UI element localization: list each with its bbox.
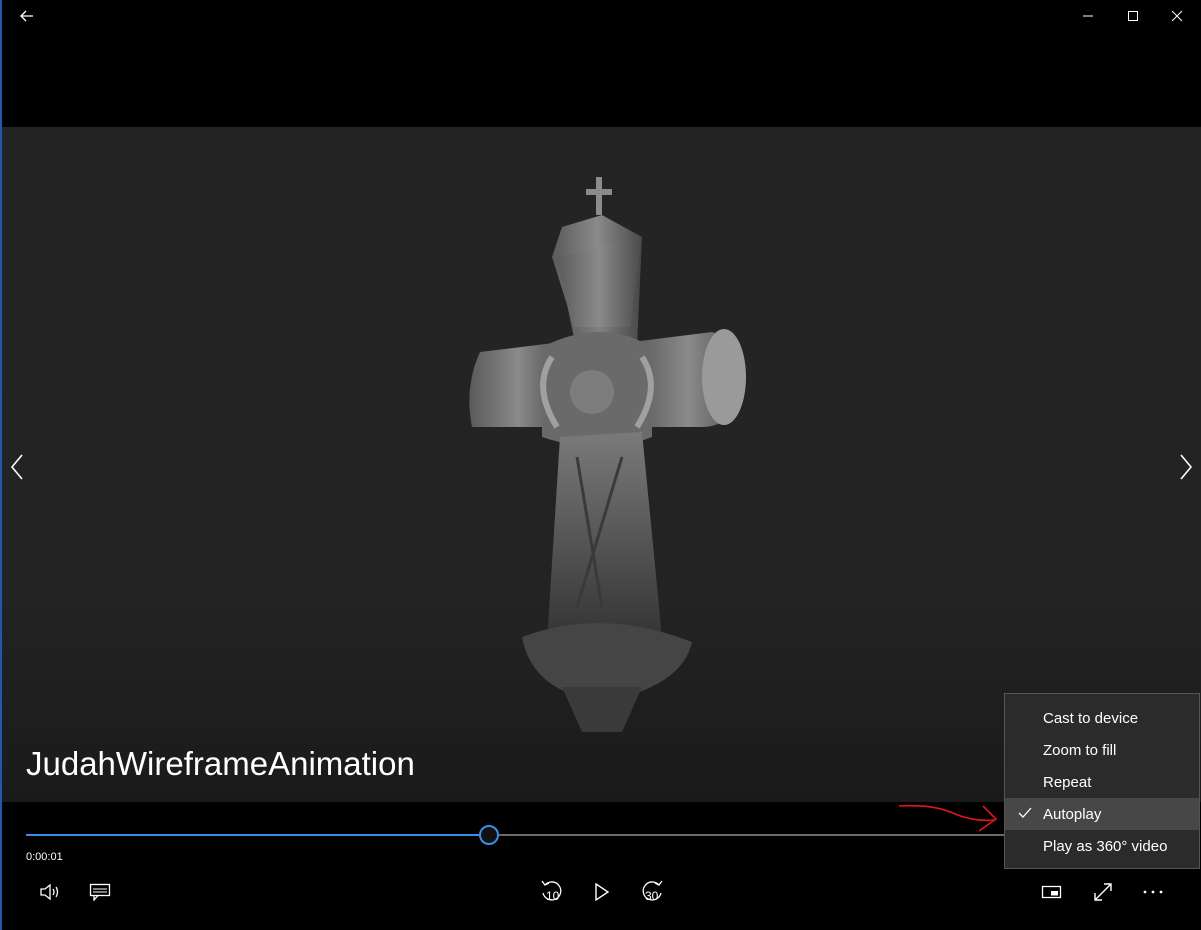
menu-item-label: Play as 360° video bbox=[1043, 837, 1168, 855]
menu-item-cast-to-device[interactable]: Cast to device bbox=[1005, 702, 1199, 734]
close-icon bbox=[1171, 10, 1183, 22]
skip-back-seconds: 10 bbox=[546, 889, 560, 903]
chevron-right-icon bbox=[1180, 454, 1193, 480]
seek-bar[interactable] bbox=[26, 825, 1005, 845]
menu-item-label: Cast to device bbox=[1043, 709, 1139, 727]
next-video-button[interactable] bbox=[1171, 452, 1201, 482]
subtitles-icon bbox=[89, 883, 111, 901]
seek-bar-thumb[interactable] bbox=[479, 825, 500, 845]
minimize-button[interactable] bbox=[1065, 0, 1111, 32]
more-options-button[interactable] bbox=[1133, 872, 1173, 912]
menu-item-autoplay[interactable]: Autoplay bbox=[1005, 798, 1199, 830]
maximize-button[interactable] bbox=[1110, 0, 1156, 32]
menu-item-zoom-to-fill[interactable]: Zoom to fill bbox=[1005, 734, 1199, 766]
mini-view-icon bbox=[1041, 885, 1062, 899]
menu-item-label: Repeat bbox=[1043, 773, 1092, 791]
video-title: JudahWireframeAnimation bbox=[26, 745, 415, 782]
mini-view-button[interactable] bbox=[1032, 872, 1072, 912]
menu-item-label: Zoom to fill bbox=[1043, 741, 1117, 759]
current-time: 0:00:01 bbox=[26, 851, 63, 863]
more-options-icon bbox=[1143, 890, 1163, 894]
red-arrow-annotation bbox=[898, 804, 998, 832]
menu-item-play-as-360-video[interactable]: Play as 360° video bbox=[1005, 830, 1199, 862]
volume-button[interactable] bbox=[30, 872, 70, 912]
volume-icon bbox=[40, 883, 59, 901]
menu-item-label: Autoplay bbox=[1043, 805, 1102, 823]
previous-video-button[interactable] bbox=[2, 452, 32, 482]
close-button[interactable] bbox=[1154, 0, 1200, 32]
skip-forward-button[interactable]: 30 bbox=[632, 872, 672, 912]
skip-forward-seconds: 30 bbox=[645, 889, 659, 903]
checkmark-icon bbox=[1018, 807, 1032, 818]
play-icon bbox=[595, 882, 610, 902]
seek-bar-progress bbox=[26, 834, 490, 836]
play-button[interactable] bbox=[582, 872, 622, 912]
chevron-left-icon bbox=[10, 454, 23, 480]
maximize-icon bbox=[1128, 11, 1138, 21]
subtitles-button[interactable] bbox=[80, 872, 120, 912]
fullscreen-button[interactable] bbox=[1083, 872, 1123, 912]
back-button[interactable] bbox=[4, 0, 50, 32]
more-options-menu: Cast to device Zoom to fill Repeat Autop… bbox=[1004, 693, 1200, 869]
fullscreen-icon bbox=[1094, 883, 1112, 901]
menu-item-repeat[interactable]: Repeat bbox=[1005, 766, 1199, 798]
minimize-icon bbox=[1083, 15, 1093, 17]
arrow-left-icon bbox=[20, 10, 33, 22]
skip-back-button[interactable]: 10 bbox=[532, 872, 572, 912]
title-bar bbox=[2, 0, 1201, 32]
